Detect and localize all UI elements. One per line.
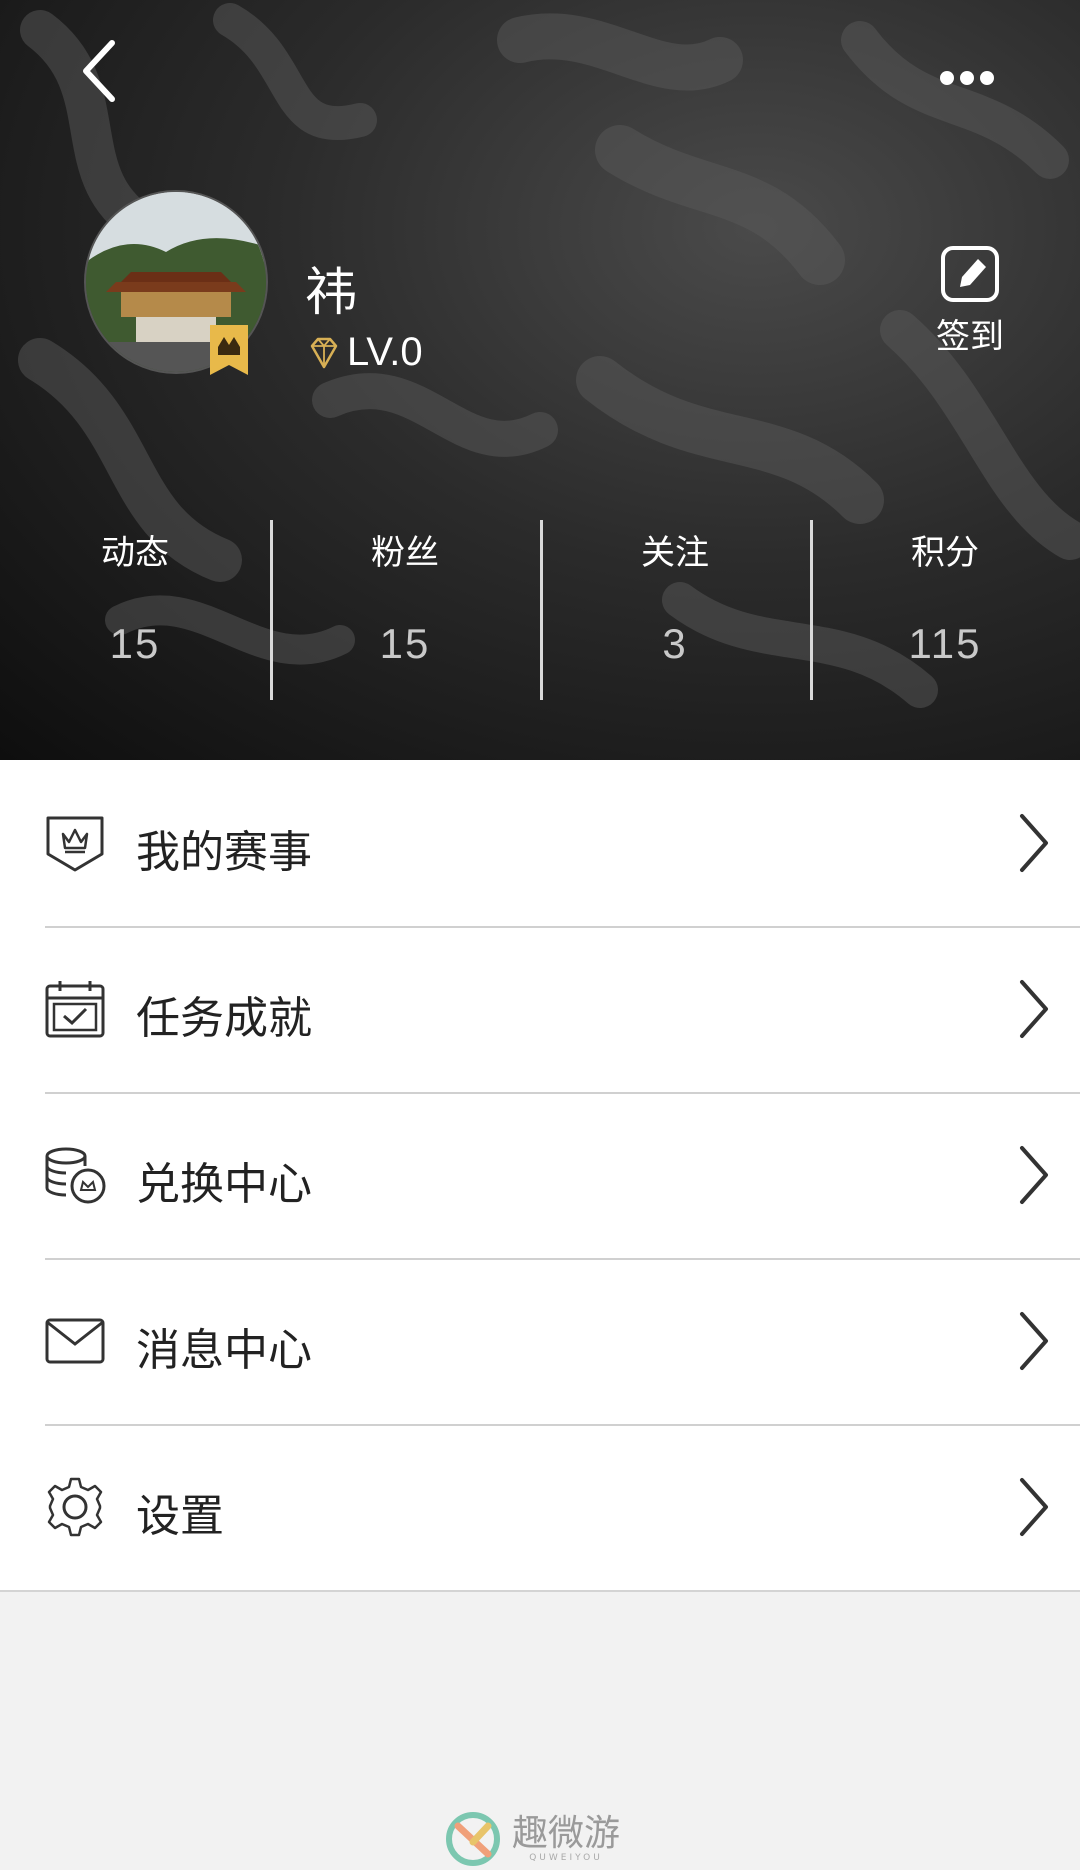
profile-header: 祎 LV.0 签到 动态 15 粉丝 15 关注 3 积分 115	[0, 0, 1080, 760]
stats-bar: 动态 15 粉丝 15 关注 3 积分 115	[0, 515, 1080, 700]
menu-label: 任务成就	[136, 993, 312, 1044]
stat-label: 积分	[911, 533, 979, 573]
menu-label: 兑换中心	[136, 1159, 312, 1210]
stat-value: 15	[109, 620, 161, 667]
stat-following[interactable]: 关注 3	[540, 515, 810, 700]
user-level: LV.0	[305, 330, 423, 375]
level-text: LV.0	[347, 330, 423, 374]
menu-item-my-events[interactable]: 我的赛事	[0, 760, 1080, 926]
edit-icon	[941, 246, 999, 302]
more-dots-icon	[940, 71, 954, 85]
chevron-right-icon	[1020, 1146, 1048, 1204]
stat-value: 3	[662, 620, 688, 667]
username: 祎	[305, 263, 358, 323]
menu-item-exchange-center[interactable]: 兑换中心	[0, 1092, 1080, 1258]
menu-label: 设置	[136, 1491, 224, 1542]
brand-subtitle: QUWEIYOU	[529, 1853, 603, 1863]
coins-icon	[45, 1147, 106, 1204]
menu-item-settings[interactable]: 设置	[0, 1424, 1080, 1590]
checkin-button[interactable]: 签到	[930, 245, 1010, 358]
stat-label: 粉丝	[371, 533, 439, 573]
back-button[interactable]	[70, 35, 130, 105]
menu-list: 我的赛事 任务成就 兑换中心 消息中心 设置	[0, 760, 1080, 1592]
menu-item-tasks-achievements[interactable]: 任务成就	[0, 926, 1080, 1092]
calendar-check-icon	[45, 981, 105, 1038]
stat-points[interactable]: 积分 115	[810, 515, 1080, 700]
vip-badge-icon	[210, 325, 248, 375]
stat-label: 动态	[101, 533, 169, 573]
stat-value: 15	[379, 620, 431, 667]
gear-icon	[47, 1477, 103, 1537]
menu-item-message-center[interactable]: 消息中心	[0, 1258, 1080, 1424]
stat-value: 115	[908, 620, 982, 667]
chevron-right-icon	[1020, 1312, 1048, 1370]
chevron-right-icon	[1020, 1478, 1048, 1536]
brand-logo-icon	[446, 1812, 500, 1866]
more-options-button[interactable]	[940, 70, 1010, 100]
stat-posts[interactable]: 动态 15	[0, 515, 270, 700]
stat-label: 关注	[641, 533, 709, 573]
brand-name: 趣微游	[512, 1813, 621, 1854]
diamond-icon	[310, 337, 338, 368]
crown-shield-icon	[46, 816, 104, 872]
menu-label: 消息中心	[136, 1325, 312, 1376]
chevron-right-icon	[1020, 814, 1048, 872]
brand-watermark: 趣微游 QUWEIYOU	[446, 1812, 620, 1866]
checkin-label: 签到	[936, 317, 1004, 357]
chevron-right-icon	[1020, 980, 1048, 1038]
mail-icon	[45, 1318, 105, 1364]
menu-label: 我的赛事	[136, 827, 312, 878]
chevron-left-icon	[83, 40, 115, 102]
stat-fans[interactable]: 粉丝 15	[270, 515, 540, 700]
